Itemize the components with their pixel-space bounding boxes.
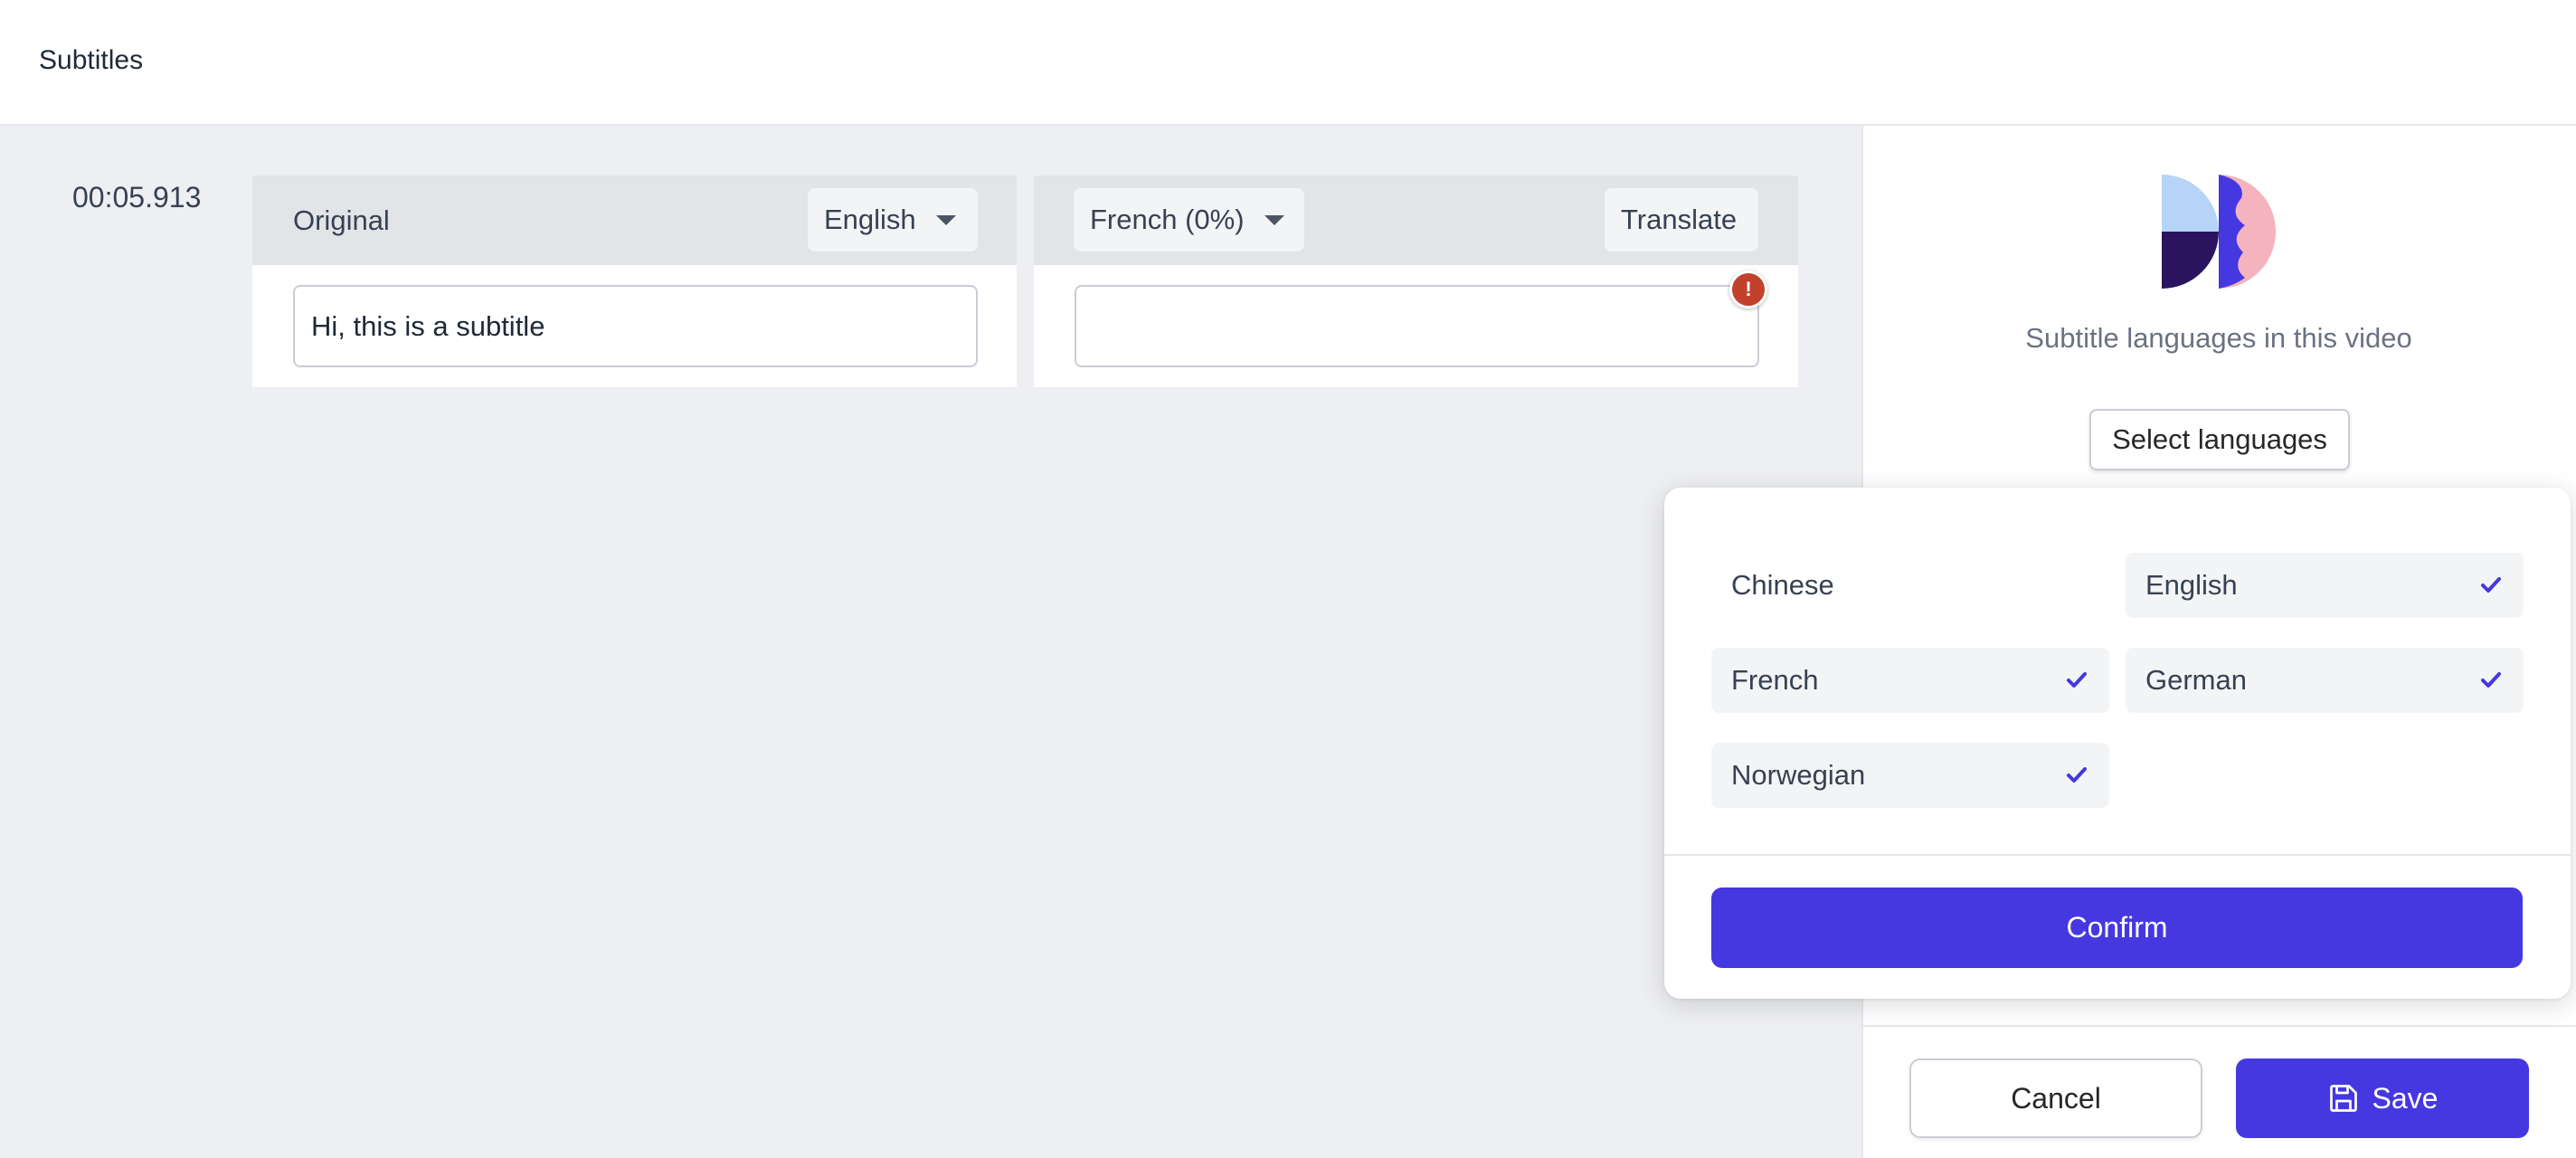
translate-button[interactable]: Translate bbox=[1605, 188, 1758, 252]
language-picker-popover: Chinese English French German Norwegian … bbox=[1664, 488, 2571, 999]
caret-down-icon bbox=[1264, 214, 1284, 225]
page-title: Subtitles bbox=[39, 45, 144, 75]
original-language-dropdown[interactable]: English bbox=[808, 188, 978, 252]
footer-divider bbox=[1861, 1025, 2576, 1027]
modal-header: Subtitles bbox=[0, 0, 2576, 126]
caret-down-icon bbox=[935, 214, 956, 225]
confirm-button[interactable]: Confirm bbox=[1711, 887, 2523, 968]
translation-language-dropdown[interactable]: French (0%) bbox=[1074, 188, 1304, 252]
language-name: Norwegian bbox=[1731, 759, 1866, 791]
check-icon bbox=[2067, 672, 2087, 688]
check-icon bbox=[2481, 672, 2501, 688]
language-option-chinese[interactable]: Chinese bbox=[1711, 553, 2109, 618]
save-icon bbox=[2329, 1085, 2357, 1112]
select-languages-button[interactable]: Select languages bbox=[2089, 409, 2350, 470]
translation-language-value: French (0%) bbox=[1090, 204, 1245, 235]
original-label: Original bbox=[293, 204, 390, 236]
subtitle-timestamp: 00:05.913 bbox=[72, 181, 202, 214]
language-option-french[interactable]: French bbox=[1711, 648, 2109, 713]
language-name: German bbox=[2145, 664, 2247, 696]
language-option-english[interactable]: English bbox=[2126, 553, 2524, 618]
error-badge-icon: ! bbox=[1729, 271, 1767, 308]
translation-column: French (0%) Translate bbox=[1034, 176, 1798, 387]
translation-column-header: French (0%) Translate bbox=[1034, 176, 1798, 265]
split-circle-logo-icon bbox=[2162, 175, 2276, 289]
check-icon bbox=[2067, 767, 2087, 783]
save-label: Save bbox=[2372, 1081, 2439, 1115]
language-option-german[interactable]: German bbox=[2126, 648, 2524, 713]
original-column: Original English bbox=[252, 176, 1017, 387]
cancel-button[interactable]: Cancel bbox=[1909, 1058, 2202, 1138]
original-column-header: Original English bbox=[252, 176, 1017, 265]
check-icon bbox=[2481, 577, 2501, 593]
language-name: French bbox=[1731, 664, 1819, 696]
language-option-norwegian[interactable]: Norwegian bbox=[1711, 743, 2109, 808]
original-subtitle-input[interactable] bbox=[293, 285, 978, 367]
popover-divider bbox=[1664, 854, 2571, 856]
language-name: English bbox=[2145, 569, 2238, 601]
save-button[interactable]: Save bbox=[2236, 1058, 2529, 1138]
translation-subtitle-input[interactable] bbox=[1075, 285, 1759, 367]
sidebar-caption: Subtitle languages in this video bbox=[2025, 322, 2412, 354]
original-language-value: English bbox=[824, 204, 916, 235]
language-name: Chinese bbox=[1731, 569, 1834, 601]
